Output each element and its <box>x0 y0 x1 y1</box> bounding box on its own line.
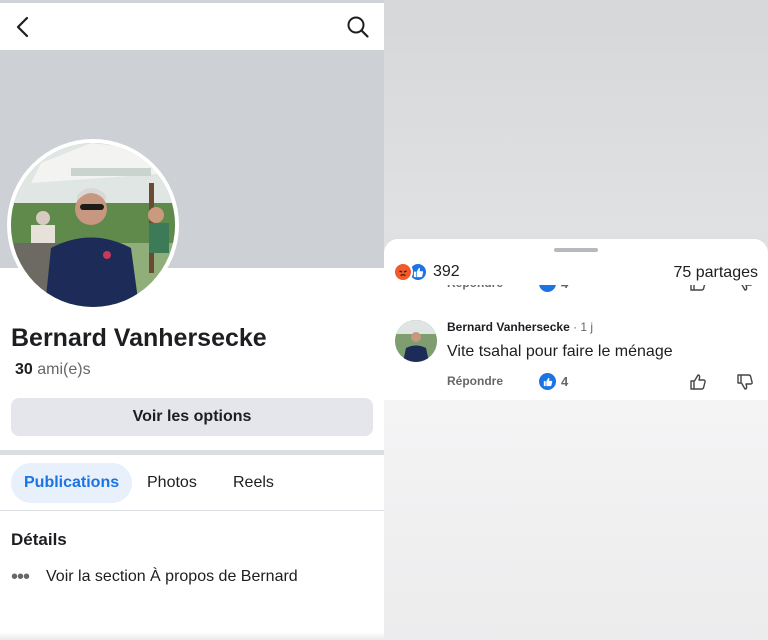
reactions-summary[interactable]: 392 <box>393 261 460 283</box>
thumb-up-partial-icon[interactable] <box>689 285 707 292</box>
friends-number: 30 <box>15 361 33 378</box>
top-bar <box>0 0 384 50</box>
back-arrow-icon[interactable] <box>12 15 36 39</box>
profile-tabs: Publications Photos Reels <box>0 461 384 507</box>
drag-handle[interactable] <box>554 248 598 252</box>
comment-author[interactable]: Bernard Vanhersecke <box>447 320 570 334</box>
comments-sheet: 392 75 partages Répondre 4 <box>384 239 768 400</box>
about-link[interactable]: ••• Voir la section À propos de Bernard <box>11 566 298 588</box>
see-options-button[interactable]: Voir les options <box>11 398 373 436</box>
comment-time: · 1 j <box>573 320 594 334</box>
tab-photos[interactable]: Photos <box>147 463 197 503</box>
comments-overlay: 392 75 partages Répondre 4 <box>384 0 768 640</box>
comment-author-line: Bernard Vanhersecke · 1 j <box>447 320 593 334</box>
comment-actions: Répondre 4 <box>384 373 768 393</box>
details-heading: Détails <box>11 530 67 549</box>
screen: Bernard Vanhersecke 30 ami(e)s Voir les … <box>0 0 768 640</box>
avatar-photo <box>11 143 175 307</box>
search-icon[interactable] <box>346 15 370 39</box>
comment-avatar-photo <box>395 320 437 362</box>
tab-reels[interactable]: Reels <box>233 463 274 503</box>
previous-comment-actions: Répondre 4 <box>384 285 768 299</box>
profile-page: Bernard Vanhersecke 30 ami(e)s Voir les … <box>0 0 384 640</box>
like-count-partial: 4 <box>561 285 568 291</box>
bottom-fade <box>0 632 384 640</box>
thumb-down-partial-icon[interactable] <box>736 285 754 292</box>
tabs-divider <box>0 510 384 511</box>
friends-label: ami(e)s <box>37 361 91 378</box>
profile-name: Bernard Vanhersecke <box>11 324 267 352</box>
about-link-label: Voir la section À propos de Bernard <box>46 568 298 585</box>
thumb-up-icon[interactable] <box>689 373 707 391</box>
like-badge-partial <box>539 285 556 292</box>
reaction-count: 392 <box>433 263 460 280</box>
section-divider <box>0 450 384 455</box>
comment-like-badge-icon <box>539 373 556 390</box>
angry-reaction-icon <box>393 262 413 282</box>
friends-count[interactable]: 30 ami(e)s <box>15 361 91 379</box>
comment-text: Vite tsahal pour faire le ménage <box>447 343 673 360</box>
tab-publications[interactable]: Publications <box>11 463 133 503</box>
shares-count[interactable]: 75 partages <box>673 264 758 282</box>
more-dots-icon: ••• <box>11 566 30 588</box>
thumb-down-icon[interactable] <box>736 373 754 391</box>
comment-avatar[interactable] <box>395 320 437 362</box>
comment-like-count: 4 <box>561 374 569 389</box>
reply-link[interactable]: Répondre <box>447 374 503 388</box>
sheet-empty-area <box>384 400 768 640</box>
reply-link-partial[interactable]: Répondre <box>447 285 503 290</box>
profile-avatar[interactable] <box>7 139 179 311</box>
